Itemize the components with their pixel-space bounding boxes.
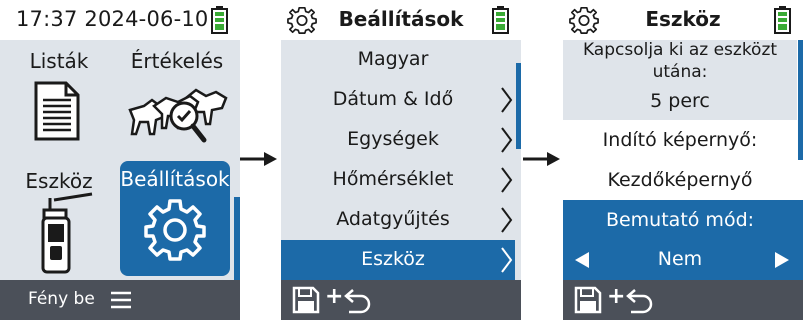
menu-item-label: Dátum & Idő: [332, 88, 454, 110]
demo-mode-value: Nem: [657, 248, 703, 270]
menu-item-label: Eszköz: [361, 248, 425, 270]
chevron-right-icon: [501, 207, 513, 233]
scrollbar[interactable]: [798, 40, 803, 160]
device-screen: Eszköz Kapcsolja ki az eszközt utána: 5 …: [563, 0, 803, 320]
start-screen-value[interactable]: Kezdőképernyő: [563, 169, 797, 191]
bottom-bar: +: [563, 280, 803, 320]
arrow-right-icon[interactable]: [773, 250, 791, 270]
tile-device[interactable]: Eszköz: [0, 160, 118, 278]
chevron-right-icon: [501, 87, 513, 113]
cattle-magnifier-icon: [128, 88, 228, 143]
menu-item-label: Magyar: [357, 48, 429, 70]
auto-off-label-line1: Kapcsolja ki az eszközt: [582, 40, 778, 60]
menu-item-temperature[interactable]: Hőmérséklet: [281, 160, 515, 200]
menu-item-data-collection[interactable]: Adatgyűjtés: [281, 200, 515, 240]
settings-menu: Magyar Dátum & Idő Egységek Hőmérséklet …: [281, 40, 521, 280]
battery-icon: [492, 6, 509, 34]
battery-icon: [211, 6, 228, 34]
chevron-right-icon: [501, 247, 513, 273]
light-on-button[interactable]: Fény be: [28, 289, 95, 309]
auto-off-setting[interactable]: Kapcsolja ki az eszközt utána: 5 perc: [563, 40, 797, 120]
plus-sign: +: [607, 284, 626, 309]
document-list-icon: [34, 81, 80, 141]
scrollbar[interactable]: [234, 197, 240, 280]
plus-sign: +: [325, 284, 344, 309]
tile-settings-label: Beállítások: [120, 167, 230, 191]
bottom-bar: +: [281, 280, 521, 320]
settings-screen: Beállítások Magyar Dátum & Idő Egységek …: [281, 0, 521, 320]
menu-item-label: Hőmérséklet: [332, 168, 454, 190]
settings-gear-icon: [287, 6, 317, 34]
demo-mode-label: Bemutató mód:: [605, 209, 755, 231]
settings-gear-icon: [569, 6, 599, 34]
flow-arrow-icon: [240, 152, 277, 166]
clock: 17:37 2024-06-10: [16, 7, 208, 31]
tile-device-label: Eszköz: [25, 169, 93, 193]
auto-off-label-line2: utána:: [652, 62, 708, 82]
tile-evaluation-label: Értékelés: [130, 49, 224, 73]
home-grid: Listák Értékelés Eszköz Beállítások: [0, 40, 240, 280]
menu-item-label: Egységek: [347, 128, 439, 150]
demo-mode-setting[interactable]: Bemutató mód: Nem: [563, 200, 803, 280]
handheld-device-icon: [41, 192, 93, 274]
status-bar: 17:37 2024-06-10: [0, 0, 240, 40]
page-title: Beállítások: [338, 7, 464, 31]
menu-item-label: Adatgyűjtés: [336, 208, 450, 230]
home-screen: 17:37 2024-06-10 Listák Értékelés Eszköz…: [0, 0, 240, 320]
back-arrow-icon[interactable]: [343, 286, 373, 314]
menu-icon[interactable]: [110, 290, 132, 310]
battery-icon: [774, 6, 791, 34]
bottom-bar: Fény be: [0, 280, 240, 320]
gear-icon: [144, 199, 206, 261]
menu-item-units[interactable]: Egységek: [281, 120, 515, 160]
status-bar: Eszköz: [563, 0, 803, 40]
device-settings: Kapcsolja ki az eszközt utána: 5 perc In…: [563, 40, 803, 280]
status-bar: Beállítások: [281, 0, 521, 40]
flow-arrow-icon: [523, 152, 560, 166]
tile-evaluation[interactable]: Értékelés: [118, 40, 236, 158]
time-text: 17:37: [16, 7, 78, 31]
menu-item-date-time[interactable]: Dátum & Idő: [281, 80, 515, 120]
tile-lists[interactable]: Listák: [0, 40, 118, 158]
menu-item-language[interactable]: Magyar: [281, 40, 515, 80]
save-icon[interactable]: [291, 285, 321, 315]
chevron-right-icon: [501, 167, 513, 193]
scrollbar[interactable]: [516, 63, 521, 149]
auto-off-value: 5 perc: [650, 90, 710, 112]
start-screen-label: Indító képernyő:: [602, 129, 758, 151]
save-icon[interactable]: [573, 285, 603, 315]
chevron-right-icon: [501, 127, 513, 153]
back-arrow-icon[interactable]: [625, 286, 655, 314]
menu-item-device[interactable]: Eszköz: [281, 240, 515, 280]
date-text: 2024-06-10: [84, 7, 209, 31]
page-title: Eszköz: [645, 7, 721, 31]
tile-lists-label: Listák: [29, 49, 89, 73]
tile-settings[interactable]: Beállítások: [120, 161, 230, 276]
